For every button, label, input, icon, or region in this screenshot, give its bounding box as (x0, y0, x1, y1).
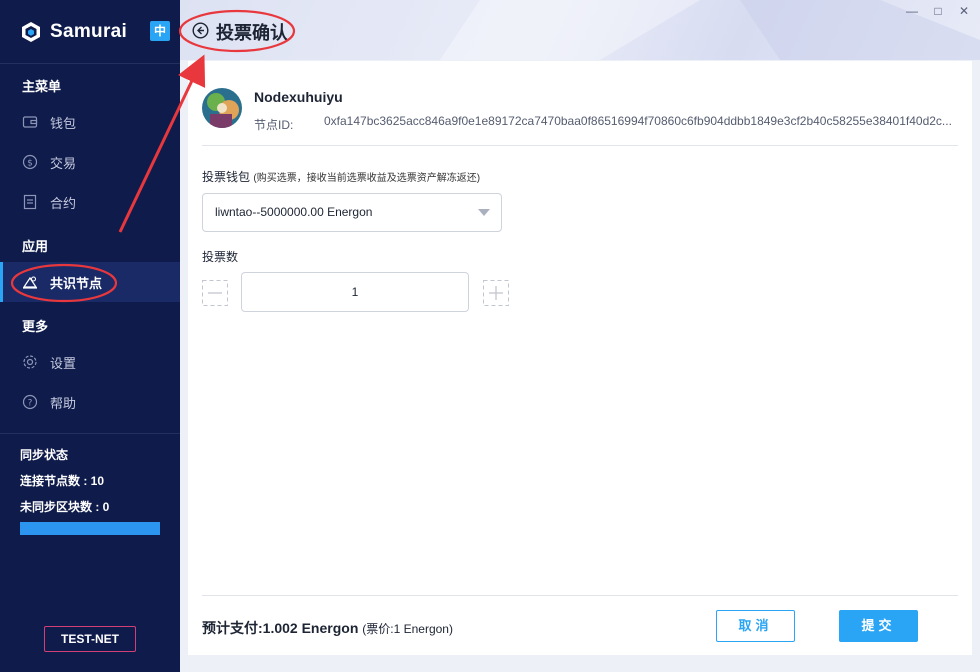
wallet-label-hint: (购买选票，接收当前选票收益及选票资产解冻返还) (253, 173, 481, 184)
svg-text:?: ? (28, 399, 33, 409)
sidebar: Samurai 中 主菜单 钱包 $ 交易 合约 应用 共识节点 更多 设置 ?… (0, 0, 180, 672)
estimated-cost-value: 预计支付:1.002 Energon (202, 620, 359, 636)
group-title-apps: 应用 (22, 239, 49, 254)
header-background-pattern (440, 0, 980, 60)
sync-progress-fill (20, 522, 160, 535)
submit-button[interactable]: 提交 (839, 610, 918, 642)
gear-icon (23, 355, 37, 369)
node-avatar (202, 88, 242, 128)
sidebar-item-label: 帮助 (50, 395, 77, 411)
contract-icon (23, 194, 37, 210)
samurai-logo-icon (22, 22, 40, 42)
sidebar-item-wallet[interactable]: 钱包 (0, 102, 180, 142)
footer-divider (202, 595, 958, 596)
sidebar-item-contracts[interactable]: 合约 (0, 182, 180, 222)
sync-status-title: 同步状态 (20, 448, 69, 462)
wallet-select[interactable]: liwntao--5000000.00 Energon (202, 193, 502, 232)
group-title-more: 更多 (22, 319, 49, 334)
sync-progress-bar (20, 522, 160, 535)
back-arrow-icon[interactable] (192, 22, 209, 39)
unsynced-blocks-count: 未同步区块数 : 0 (20, 500, 110, 514)
sidebar-item-help[interactable]: ? 帮助 (0, 382, 180, 422)
sidebar-item-settings[interactable]: 设置 (0, 342, 180, 382)
vote-price-note: (票价:1 Energon) (362, 622, 453, 636)
increment-button[interactable] (483, 280, 509, 306)
node-icon (22, 276, 38, 289)
dollar-icon: $ (22, 154, 38, 170)
sidebar-item-transactions[interactable]: $ 交易 (0, 142, 180, 182)
top-bar: — □ ✕ (180, 0, 980, 60)
estimated-cost: 预计支付:1.002 Energon (票价:1 Energon) (202, 618, 453, 638)
help-icon: ? (22, 394, 38, 410)
vote-count-input[interactable]: 1 (241, 272, 469, 312)
sidebar-divider (0, 63, 180, 64)
sidebar-item-label: 合约 (50, 195, 77, 211)
sidebar-item-label: 共识节点 (50, 275, 103, 291)
decrement-button[interactable] (202, 280, 228, 306)
vote-confirm-card (188, 61, 972, 655)
wallet-field-label: 投票钱包 (购买选票，接收当前选票收益及选票资产解冻返还) (202, 168, 480, 185)
minimize-window-button[interactable]: — (904, 3, 920, 19)
app-name: Samurai (50, 21, 128, 42)
sidebar-item-label: 交易 (50, 155, 77, 171)
network-badge[interactable]: TEST-NET (44, 626, 136, 652)
caret-down-icon (478, 209, 490, 216)
sidebar-item-consensus-node[interactable]: 共识节点 (0, 262, 180, 302)
node-id-label: 节点ID: (254, 118, 294, 132)
close-window-button[interactable]: ✕ (956, 3, 972, 19)
votes-field-label: 投票数 (202, 250, 239, 264)
node-name: Nodexuhuiyu (254, 89, 343, 105)
page-title: 投票确认 (216, 23, 288, 43)
svg-text:$: $ (27, 159, 33, 169)
card-divider (202, 145, 958, 146)
wallet-icon (22, 116, 38, 128)
connected-nodes-count: 连接节点数 : 10 (20, 474, 105, 488)
wallet-selected-value: liwntao--5000000.00 Energon (215, 205, 373, 219)
language-toggle-button[interactable]: 中 (150, 21, 170, 41)
sidebar-item-label: 设置 (50, 355, 77, 371)
cancel-button[interactable]: 取消 (716, 610, 795, 642)
group-title-main-menu: 主菜单 (22, 79, 62, 94)
sidebar-divider (0, 433, 180, 434)
wallet-label-text: 投票钱包 (202, 170, 251, 184)
brand: Samurai (20, 18, 127, 46)
sidebar-item-label: 钱包 (50, 115, 77, 131)
maximize-window-button[interactable]: □ (930, 3, 946, 19)
node-id-value: 0xfa147bc3625acc846a9f0e1e89172ca7470baa… (324, 114, 952, 128)
